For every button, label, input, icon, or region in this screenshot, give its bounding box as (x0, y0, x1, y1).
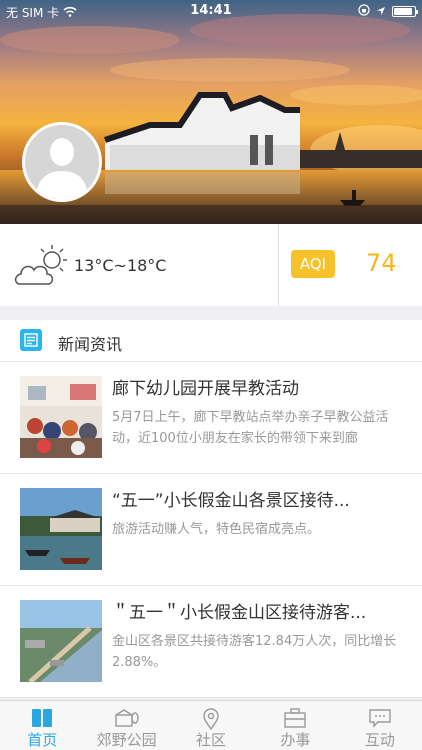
status-bar: 无 SIM 卡 14:41 (0, 0, 422, 22)
battery-icon (392, 6, 418, 17)
location-arrow-icon (376, 5, 386, 19)
news-list: 廊下幼儿园开展早教活动 5月7日上午，廊下早教站点举办亲子早教公益活动，近100… (0, 362, 422, 698)
news-summary: 旅游活动赚人气，特色民宿成亮点。 (112, 522, 321, 537)
weather-panel: 13°C~18°C AQI 74 (0, 224, 422, 306)
tab-bar: 首页 郊野公园 社区 办事 互动 (0, 700, 422, 750)
aqi-badge: AQI (291, 250, 335, 278)
news-item[interactable]: 廊下幼儿园开展早教活动 5月7日上午，廊下早教站点举办亲子早教公益活动，近100… (0, 362, 422, 474)
person-silhouette-icon (25, 125, 99, 199)
tab-home[interactable]: 首页 (0, 701, 84, 750)
aqi-value: 74 (366, 249, 397, 277)
rotation-lock-icon (358, 4, 370, 19)
news-item[interactable]: ＂五一＂小长假金山区接待游客... 金山区各景区共接待游客12.84万人次，同比… (0, 586, 422, 698)
partly-cloudy-icon (12, 242, 72, 292)
tab-interact-label: 互动 (364, 731, 395, 749)
weather-info[interactable]: 13°C~18°C (0, 224, 279, 306)
news-title: 廊下幼儿园开展早教活动 (112, 379, 299, 399)
news-summary: 5月7日上午，廊下早教站点举办亲子早教公益活动，近100位小朋友在家长的带领下来… (112, 410, 389, 446)
news-title: ＂五一＂小长假金山区接待游客... (112, 603, 367, 623)
tab-services-label: 办事 (280, 731, 311, 749)
tab-community[interactable]: 社区 (169, 701, 253, 750)
tab-interact[interactable]: 互动 (338, 701, 422, 750)
tab-services[interactable]: 办事 (253, 701, 337, 750)
temperature-range: 13°C~18°C (74, 256, 167, 275)
news-thumbnail-kindergarten (20, 376, 102, 458)
tab-community-label: 社区 (196, 731, 227, 749)
user-avatar[interactable] (22, 122, 102, 202)
tab-park[interactable]: 郊野公园 (84, 701, 168, 750)
news-title: “五一”小长假金山各景区接待... (112, 491, 350, 511)
news-item[interactable]: “五一”小长假金山各景区接待... 旅游活动赚人气，特色民宿成亮点。 (0, 474, 422, 586)
news-thumbnail-coastline (20, 600, 102, 682)
news-summary: 金山区各景区共接待游客12.84万人次，同比增长2.88%。 (112, 634, 397, 670)
news-section-header[interactable]: 新闻资讯 (0, 320, 422, 362)
news-icon (20, 329, 42, 351)
tab-park-label: 郊野公园 (96, 731, 157, 749)
tab-home-label: 首页 (27, 731, 58, 749)
news-thumbnail-watertown (20, 488, 102, 570)
news-section-title: 新闻资讯 (58, 335, 123, 354)
